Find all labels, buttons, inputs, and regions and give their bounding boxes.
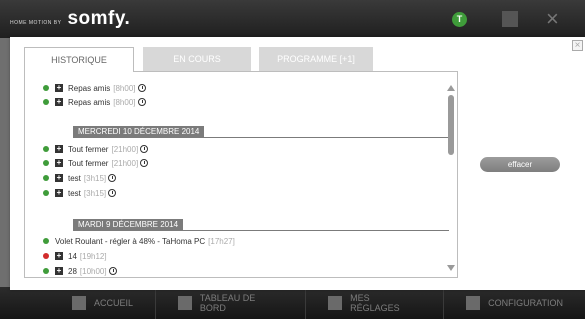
clock-icon	[137, 98, 146, 106]
clock-icon	[140, 145, 149, 153]
clock-icon	[108, 189, 117, 197]
tab-historique[interactable]: HISTORIQUE	[24, 47, 134, 72]
home-shape-icon[interactable]	[502, 11, 518, 27]
scroll-up-icon[interactable]	[447, 85, 455, 91]
day-divider	[73, 230, 449, 231]
home-icon	[72, 296, 86, 310]
clock-icon	[140, 159, 149, 167]
list-item[interactable]: + Repas amis [8h00]	[43, 82, 146, 94]
item-name: 28	[68, 266, 77, 276]
clock-icon	[108, 267, 117, 275]
day-divider	[73, 137, 449, 138]
item-time: [8h00]	[113, 97, 136, 107]
item-time: [19h12]	[79, 251, 107, 261]
status-success-icon	[43, 175, 49, 181]
nav-item-accueil[interactable]: ACCUEIL	[50, 287, 157, 319]
expand-icon[interactable]: +	[55, 84, 63, 92]
item-time: [21h00]	[111, 144, 139, 154]
list-item[interactable]: + Tout fermer [21h00]	[43, 157, 149, 169]
history-scrollbar[interactable]	[447, 85, 455, 271]
history-modal: × HISTORIQUE EN COURS PROGRAMME [+1] + R…	[10, 37, 585, 290]
expand-icon[interactable]: +	[55, 98, 63, 106]
expand-icon[interactable]: +	[55, 159, 63, 167]
nav-item-label: TABLEAU DE BORD	[199, 293, 256, 313]
effacer-button[interactable]: effacer	[480, 157, 560, 172]
status-success-icon	[43, 268, 49, 274]
day-header: MERCREDI 10 DÉCEMBRE 2014	[73, 126, 205, 137]
close-icon[interactable]: ×	[572, 40, 583, 51]
item-name: test	[68, 188, 81, 198]
day-header: MARDI 9 DÉCEMBRE 2014	[73, 219, 184, 230]
tab-en-cours[interactable]: EN COURS	[143, 47, 251, 71]
list-item[interactable]: + 28 [10h00]	[43, 265, 117, 277]
user-icon	[328, 296, 343, 310]
nav-item-label: ACCUEIL	[94, 298, 134, 308]
dashboard-icon	[178, 296, 192, 310]
scroll-thumb[interactable]	[448, 95, 454, 155]
item-time: [21h00]	[111, 158, 139, 168]
status-success-icon	[43, 238, 49, 244]
nav-item-label: CONFIGURATION	[488, 298, 563, 308]
status-success-icon	[43, 85, 49, 91]
item-time: [8h00]	[113, 83, 136, 93]
nav-item-mes-reglages[interactable]: MES RÉGLAGES	[306, 287, 445, 319]
item-time: [3h15]	[83, 188, 107, 198]
item-name: test	[68, 173, 81, 183]
clock-icon	[137, 84, 146, 92]
item-name: Repas amis	[68, 97, 111, 107]
expand-icon[interactable]: +	[55, 145, 63, 153]
expand-icon[interactable]: +	[55, 252, 63, 260]
user-badge[interactable]: T	[452, 12, 467, 27]
brand-logo-text: somfy.	[67, 8, 131, 29]
close-app-icon[interactable]: ×	[546, 6, 559, 32]
nav-item-label: MES RÉGLAGES	[350, 293, 400, 313]
list-item[interactable]: + Repas amis [8h00]	[43, 96, 146, 108]
bottom-navigation: ACCUEIL TABLEAU DE BORD MES RÉGLAGES CON…	[0, 287, 585, 319]
expand-icon[interactable]: +	[55, 267, 63, 275]
brand-tagline: HOME MOTION BY	[10, 20, 62, 26]
nav-item-tableau-de-bord[interactable]: TABLEAU DE BORD	[156, 287, 307, 319]
status-success-icon	[43, 160, 49, 166]
clock-icon	[108, 174, 117, 182]
app-header: HOME MOTION BY somfy. T ×	[0, 0, 585, 38]
item-name: Volet Roulant - régler à 48% - TaHoma PC	[55, 236, 206, 246]
item-name: Tout fermer	[68, 144, 109, 154]
item-time: [17h27]	[208, 236, 235, 246]
item-name: Repas amis	[68, 83, 111, 93]
item-name: 14	[68, 251, 77, 261]
item-time: [3h15]	[83, 173, 107, 183]
item-name: Tout fermer	[68, 158, 109, 168]
list-item[interactable]: + test [3h15]	[43, 172, 117, 184]
status-success-icon	[43, 99, 49, 105]
expand-icon[interactable]: +	[55, 174, 63, 182]
brand-logo: HOME MOTION BY somfy.	[10, 8, 130, 30]
list-item[interactable]: + 14 [19h12]	[43, 250, 107, 262]
list-item[interactable]: + Tout fermer [21h00]	[43, 143, 149, 155]
history-panel[interactable]: + Repas amis [8h00] + Repas amis [8h00] …	[24, 71, 458, 278]
tab-programme[interactable]: PROGRAMME [+1]	[259, 47, 373, 71]
gear-icon	[466, 296, 481, 310]
status-success-icon	[43, 146, 49, 152]
status-success-icon	[43, 190, 49, 196]
status-error-icon	[43, 253, 49, 259]
list-item[interactable]: + test [3h15]	[43, 187, 117, 199]
nav-item-configuration[interactable]: CONFIGURATION	[444, 287, 585, 319]
scroll-down-icon[interactable]	[447, 265, 455, 271]
item-time: [10h00]	[79, 266, 107, 276]
expand-icon[interactable]: +	[55, 189, 63, 197]
list-item[interactable]: Volet Roulant - régler à 48% - TaHoma PC…	[43, 235, 235, 247]
